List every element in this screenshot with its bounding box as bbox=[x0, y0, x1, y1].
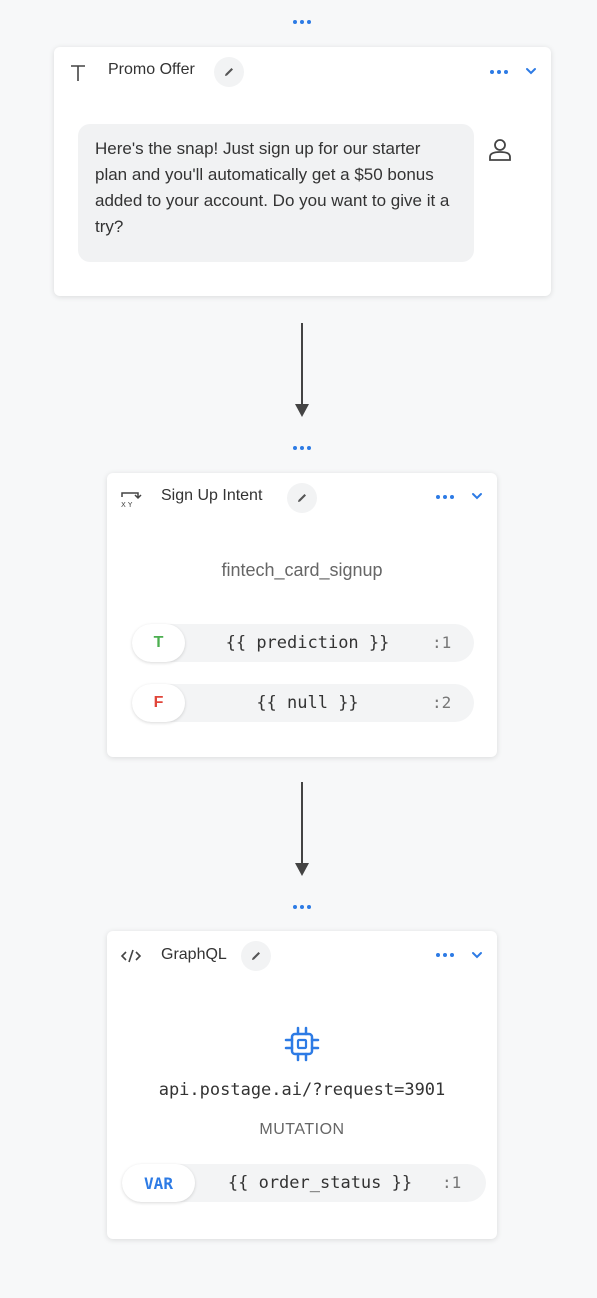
path-expression: {{ null }} bbox=[256, 693, 359, 713]
block-menu-icon[interactable] bbox=[436, 953, 454, 957]
path-expression: {{ prediction }} bbox=[225, 633, 390, 653]
intent-icon: X Y bbox=[121, 492, 142, 508]
chevron-down-icon[interactable] bbox=[525, 66, 537, 76]
edit-title-button[interactable] bbox=[214, 57, 244, 87]
chevron-down-icon[interactable] bbox=[471, 950, 483, 960]
block-header: Promo Offer bbox=[54, 47, 551, 99]
svg-text:X Y: X Y bbox=[121, 501, 133, 508]
path-row-true[interactable]: T {{ prediction }} :1 bbox=[132, 624, 474, 662]
path-label-false: F bbox=[132, 684, 185, 722]
connector-line bbox=[301, 782, 303, 864]
block-menu-icon[interactable] bbox=[490, 70, 508, 74]
variable-label: VAR bbox=[122, 1164, 195, 1202]
block-menu-icon[interactable] bbox=[436, 495, 454, 499]
pencil-icon bbox=[298, 494, 306, 502]
promo-offer-block[interactable]: Promo Offer Here's the snap! Just sign u… bbox=[54, 47, 551, 296]
path-label-true: T bbox=[132, 624, 185, 662]
more-options-icon[interactable] bbox=[293, 20, 311, 24]
endpoint-url: api.postage.ai/?request=3901 bbox=[158, 1080, 446, 1100]
block-title: GraphQL bbox=[161, 946, 227, 963]
connector-line bbox=[301, 323, 303, 405]
arrow-head-icon bbox=[295, 404, 309, 417]
path-port: :1 bbox=[432, 633, 452, 652]
block-title: Sign Up Intent bbox=[161, 487, 263, 504]
more-options-icon[interactable] bbox=[293, 446, 311, 450]
block-title: Promo Offer bbox=[108, 61, 195, 78]
chevron-down-icon[interactable] bbox=[471, 491, 483, 501]
path-port: :2 bbox=[432, 693, 452, 712]
block-header: GraphQL bbox=[107, 931, 497, 983]
intent-name: fintech_card_signup bbox=[221, 560, 383, 580]
variable-port: :1 bbox=[442, 1173, 462, 1192]
edit-title-button[interactable] bbox=[287, 483, 317, 513]
variable-row[interactable]: VAR {{ order_status }} :1 bbox=[122, 1164, 486, 1202]
message-bubble[interactable]: Here's the snap! Just sign up for our st… bbox=[78, 124, 474, 262]
text-icon bbox=[71, 65, 85, 81]
sign-up-intent-block[interactable]: X Y Sign Up Intent fintech_card_signup T… bbox=[107, 473, 497, 757]
pencil-icon bbox=[225, 68, 233, 76]
variable-expression: {{ order_status }} bbox=[227, 1173, 413, 1193]
code-icon bbox=[120, 949, 142, 963]
operation-type: MUTATION bbox=[259, 1121, 345, 1138]
block-header: X Y Sign Up Intent bbox=[107, 473, 497, 525]
path-row-false[interactable]: F {{ null }} :2 bbox=[132, 684, 474, 722]
more-options-icon[interactable] bbox=[293, 905, 311, 909]
graphql-block[interactable]: GraphQL api.postage.ai/?request=3901 MUT… bbox=[107, 931, 497, 1239]
edit-title-button[interactable] bbox=[241, 941, 271, 971]
pencil-icon bbox=[252, 952, 260, 960]
user-icon[interactable] bbox=[487, 137, 513, 163]
chip-icon bbox=[284, 1026, 320, 1062]
arrow-head-icon bbox=[295, 863, 309, 876]
